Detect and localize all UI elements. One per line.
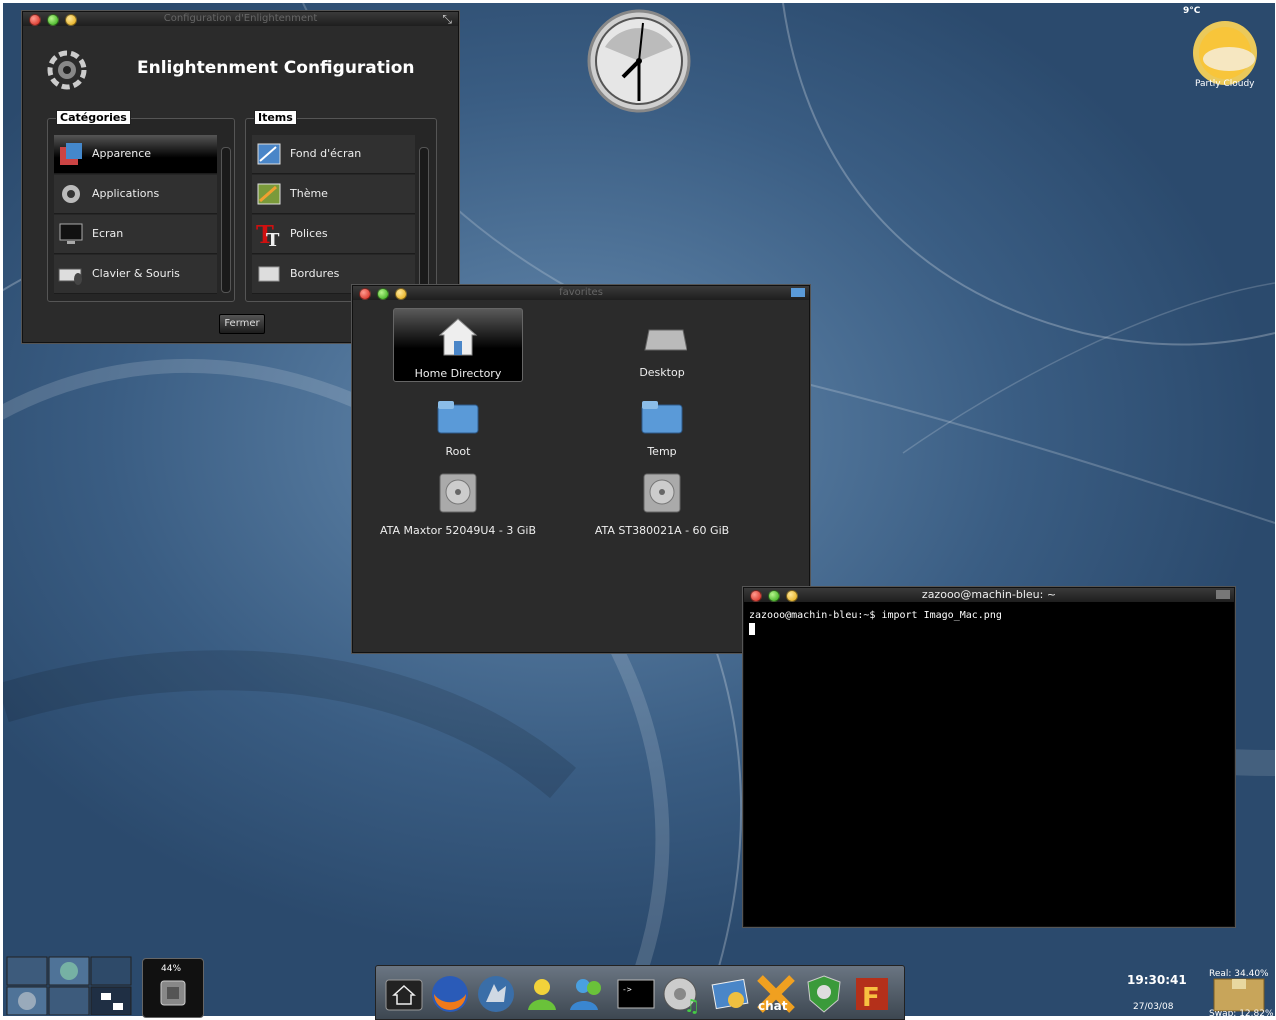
chat-icon[interactable]: chat <box>756 974 796 1014</box>
categories-label: Catégories <box>56 110 131 125</box>
digital-clock-date: 27/03/08 <box>1133 1002 1174 1012</box>
svg-text:->: -> <box>622 985 632 994</box>
categories-scrollbar[interactable] <box>221 147 231 293</box>
svg-text:F: F <box>862 983 880 1013</box>
virtual-desktop-pager[interactable] <box>5 955 135 1018</box>
home-icon[interactable] <box>384 974 424 1014</box>
fav-desktop[interactable]: Desktop <box>577 308 747 380</box>
wallpaper-icon <box>257 143 281 165</box>
items-scrollbar[interactable] <box>419 147 429 293</box>
category-ecran[interactable]: Ecran <box>54 215 217 254</box>
home-folder-icon <box>438 318 478 356</box>
audio-player-icon[interactable]: ♫ <box>662 974 702 1017</box>
fav-drive-st380021a[interactable]: ATA ST380021A - 60 GiB <box>577 466 747 538</box>
fav-temp[interactable]: Temp <box>577 387 747 459</box>
svg-text:chat: chat <box>758 999 788 1013</box>
terminal-window-title: zazooo@machin-bleu: ~ <box>921 588 1057 601</box>
cpu-usage: 44% <box>161 964 182 974</box>
cpu-chip-icon <box>160 980 186 1006</box>
config-window-title: Configuration d'Enlightenment <box>163 13 318 24</box>
favorites-window-title: favorites <box>559 287 603 298</box>
analog-clock-gadget <box>587 9 691 113</box>
memory-box-icon <box>1213 978 1265 1012</box>
config-heading: Enlightenment Configuration <box>137 58 415 78</box>
filezilla-icon[interactable]: F <box>852 974 892 1014</box>
border-icon <box>258 266 280 282</box>
pin-icon[interactable]: ⤡ <box>442 12 452 27</box>
svg-text:T: T <box>266 230 280 247</box>
item-theme[interactable]: Thème <box>252 175 415 214</box>
category-apparence[interactable]: Apparence <box>54 135 217 174</box>
items-group: Items Fond d'écran Thème TT Polices Bord… <box>245 110 437 302</box>
hard-drive-icon <box>643 473 681 513</box>
fav-drive-maxtor[interactable]: ATA Maxtor 52049U4 - 3 GiB <box>373 466 543 538</box>
terminal-cursor <box>749 623 755 635</box>
terminal-window[interactable]: zazooo@machin-bleu: ~ zazooo@machin-bleu… <box>743 587 1235 927</box>
folder-icon <box>641 401 683 434</box>
terminal-prompt-line[interactable]: zazooo@machin-bleu:~$ import Imago_Mac.p… <box>749 610 1002 621</box>
terminal-titlebar[interactable]: zazooo@machin-bleu: ~ <box>744 588 1234 602</box>
item-fond-ecran[interactable]: Fond d'écran <box>252 135 415 174</box>
messenger-icon[interactable] <box>568 974 608 1014</box>
config-titlebar[interactable]: Configuration d'Enlightenment ⤡ <box>23 12 458 26</box>
cpu-gadget: 44% <box>142 958 204 1018</box>
folder-icon <box>437 401 479 434</box>
favorites-window[interactable]: favorites Home Directory Desktop Root Te… <box>352 285 810 653</box>
enlightenment-logo-icon <box>47 50 87 90</box>
weather-temperature: 9°C <box>1183 6 1201 16</box>
pager-grid <box>6 956 132 1016</box>
fermer-button[interactable]: Fermer <box>219 314 265 334</box>
antivirus-icon[interactable] <box>804 974 844 1014</box>
image-viewer-icon[interactable] <box>710 974 750 1014</box>
firefox-icon[interactable] <box>430 974 470 1014</box>
memory-gadget: Real: 34.40% Swap: 12.82% <box>1208 967 1274 1019</box>
desktop-icon <box>644 329 687 351</box>
terminal-icon[interactable]: -> <box>616 974 656 1014</box>
digital-clock-time: 19:30:41 <box>1127 973 1187 987</box>
window-menu-icon[interactable] <box>1216 590 1230 599</box>
monitor-icon <box>59 223 83 244</box>
font-icon: TT <box>256 221 280 247</box>
fav-root[interactable]: Root <box>373 387 543 459</box>
fav-home-directory[interactable]: Home Directory <box>393 308 523 382</box>
item-polices[interactable]: TT Polices <box>252 215 415 254</box>
appearance-icon <box>60 143 82 165</box>
dock-shelf: -> ♫ chat F <box>375 965 905 1020</box>
weather-condition: Partly Cloudy <box>1195 79 1255 89</box>
items-label: Items <box>254 110 297 125</box>
keyboard-mouse-icon <box>58 268 82 285</box>
favorites-titlebar[interactable]: favorites <box>353 286 809 300</box>
theme-icon <box>257 183 281 205</box>
gear-icon <box>62 185 80 203</box>
svg-text:♫: ♫ <box>684 996 700 1014</box>
wolf-icon[interactable] <box>476 974 516 1014</box>
window-menu-icon[interactable] <box>791 288 805 297</box>
hard-drive-icon <box>439 473 477 513</box>
user-icon[interactable] <box>522 974 562 1014</box>
category-applications[interactable]: Applications <box>54 175 217 214</box>
memory-real: Real: 34.40% <box>1209 969 1269 979</box>
category-clavier-souris[interactable]: Clavier & Souris <box>54 255 217 294</box>
categories-group: Catégories Apparence Applications Ecran … <box>47 110 235 302</box>
